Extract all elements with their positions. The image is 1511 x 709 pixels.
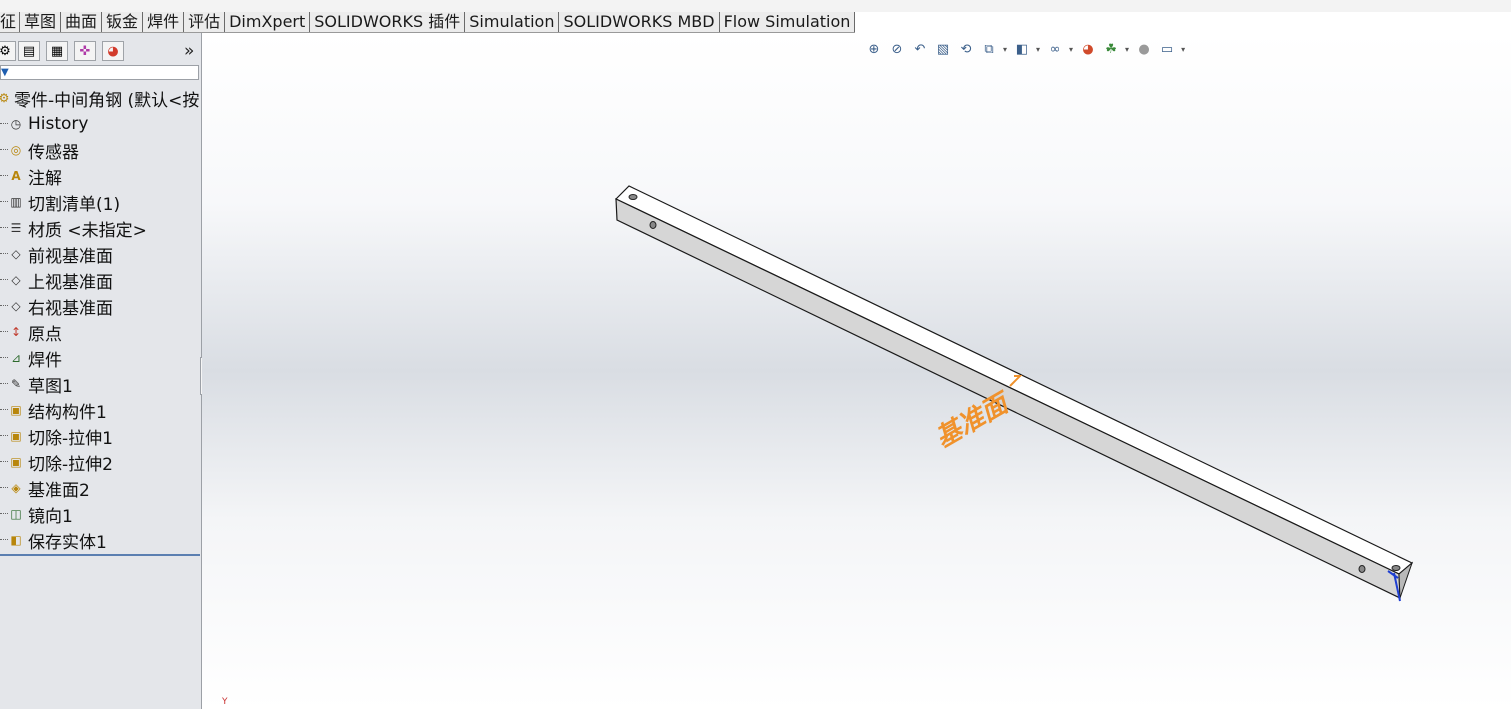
configurationmanager-icon[interactable]: ▦ <box>46 41 68 61</box>
plane-icon: ◈ <box>11 481 21 495</box>
axis-indicator: Y <box>222 697 228 707</box>
rollback-bar[interactable] <box>0 554 200 556</box>
tab-features[interactable]: 征 <box>0 12 21 32</box>
material-icon: ☰ <box>10 221 22 235</box>
tree-item-origin[interactable]: ↕ 原点 <box>0 320 201 344</box>
annotation-icon: A <box>11 169 21 183</box>
featuremanager-icon[interactable]: ⚙ <box>0 41 16 61</box>
tab-weldments[interactable]: 焊件 <box>143 12 185 32</box>
tab-simulation[interactable]: Simulation <box>465 12 560 32</box>
graphics-viewport[interactable]: ⊕ ⊘ ↶ ▧ ⟲ ⧉ ▾ ◧ ▾ ∞ ▾ ◕ ☘ ▾ ● ▭ ▾ 基准面 Y <box>202 33 1511 709</box>
tree-item-cut-extrude2[interactable]: ▣ 切除-拉伸2 <box>0 450 201 474</box>
panel-toolbar: ⚙ ▤ ▦ ✜ ◕ » <box>0 39 201 63</box>
tree-item-mirror1[interactable]: ◫ 镜向1 <box>0 502 201 526</box>
tree-item-cutlist[interactable]: ▥ 切割清单(1) <box>0 190 201 214</box>
tree-item-label: 结构构件1 <box>28 402 107 423</box>
command-manager-tabs: 征 草图 曲面 钣金 焊件 评估 DimXpert SOLIDWORKS 插件 … <box>0 12 1511 33</box>
tree-item-weldment[interactable]: ⊿ 焊件 <box>0 346 201 370</box>
displaymanager-icon[interactable]: ◕ <box>102 41 124 61</box>
tree-item-label: 右视基准面 <box>28 298 113 319</box>
structural-member-icon: ▣ <box>10 403 22 417</box>
tree-item-label: 零件-中间角钢 (默认<按 <box>14 90 200 111</box>
tab-bar: 征 草图 曲面 钣金 焊件 评估 DimXpert SOLIDWORKS 插件 … <box>0 12 856 33</box>
tree-item-right-plane[interactable]: ◇ 右视基准面 <box>0 294 201 318</box>
tree-item-label: 材质 <未指定> <box>28 220 147 241</box>
plane-icon: ◇ <box>11 273 21 287</box>
tree-item-label: 注解 <box>28 168 62 189</box>
tab-sketch[interactable]: 草图 <box>20 12 62 32</box>
tree-item-part[interactable]: ⚙ 零件-中间角钢 (默认<按 <box>0 86 201 111</box>
part-icon: ⚙ <box>0 91 10 105</box>
tree-filter-input[interactable]: ▼ <box>0 65 199 80</box>
filter-icon: ▼ <box>1 67 9 78</box>
sensor-icon: ◎ <box>10 143 22 157</box>
model-view[interactable]: 基准面 <box>202 33 1511 709</box>
dimxpert-icon[interactable]: ✜ <box>74 41 96 61</box>
tree-item-sensors[interactable]: ◎ 传感器 <box>0 138 201 162</box>
tree-item-label: 传感器 <box>28 142 79 163</box>
tab-dimxpert[interactable]: DimXpert <box>225 12 311 32</box>
tree-item-label: 切割清单(1) <box>28 194 121 215</box>
cutlist-icon: ▥ <box>10 195 22 209</box>
tree-item-label: History <box>28 114 89 134</box>
tree-item-history[interactable]: ◷ History <box>0 112 201 136</box>
tree-item-label: 焊件 <box>28 350 62 371</box>
angle-steel-part[interactable] <box>614 185 1414 599</box>
propertymanager-icon[interactable]: ▤ <box>18 41 40 61</box>
tab-flow-simulation[interactable]: Flow Simulation <box>720 12 856 32</box>
tab-evaluate[interactable]: 评估 <box>184 12 226 32</box>
tree-item-annotations[interactable]: A 注解 <box>0 164 201 188</box>
tree-item-label: 基准面2 <box>28 480 90 501</box>
tree-item-label: 原点 <box>28 324 62 345</box>
tab-surfaces[interactable]: 曲面 <box>61 12 103 32</box>
mirror-icon: ◫ <box>10 507 22 521</box>
tree-item-label: 镜向1 <box>28 506 73 527</box>
tree-item-front-plane[interactable]: ◇ 前视基准面 <box>0 242 201 266</box>
sketch-icon: ✎ <box>10 377 22 391</box>
tree-item-label: 切除-拉伸2 <box>28 454 113 475</box>
plane-icon: ◇ <box>11 299 21 313</box>
tree-item-plane2[interactable]: ◈ 基准面2 <box>0 476 201 500</box>
tab-mbd[interactable]: SOLIDWORKS MBD <box>559 12 720 32</box>
more-tabs-icon[interactable]: » <box>184 41 194 61</box>
cut-extrude-icon: ▣ <box>10 429 22 443</box>
feature-manager-panel: ⚙ ▤ ▦ ✜ ◕ » ▼ ⚙ 零件-中间角钢 (默认<按 ◷ History … <box>0 33 202 709</box>
tree-item-label: 切除-拉伸1 <box>28 428 113 449</box>
tree-item-material[interactable]: ☰ 材质 <未指定> <box>0 216 201 240</box>
tree-item-label: 草图1 <box>28 376 73 397</box>
origin-icon: ↕ <box>10 325 22 339</box>
tree-item-sketch1[interactable]: ✎ 草图1 <box>0 372 201 396</box>
plane-icon: ◇ <box>11 247 21 261</box>
weldment-icon: ⊿ <box>10 351 22 365</box>
save-bodies-icon: ◧ <box>10 533 22 547</box>
tree-item-cut-extrude1[interactable]: ▣ 切除-拉伸1 <box>0 424 201 448</box>
cut-extrude-icon: ▣ <box>10 455 22 469</box>
tree-item-structural-member1[interactable]: ▣ 结构构件1 <box>0 398 201 422</box>
tree-item-label: 上视基准面 <box>28 272 113 293</box>
tree-item-label: 前视基准面 <box>28 246 113 267</box>
tree-item-save-bodies1[interactable]: ◧ 保存实体1 <box>0 528 201 552</box>
tab-sheet-metal[interactable]: 钣金 <box>102 12 144 32</box>
history-icon: ◷ <box>10 117 22 131</box>
tree-item-label: 保存实体1 <box>28 532 107 553</box>
tab-addins[interactable]: SOLIDWORKS 插件 <box>310 12 466 32</box>
tree-item-top-plane[interactable]: ◇ 上视基准面 <box>0 268 201 292</box>
